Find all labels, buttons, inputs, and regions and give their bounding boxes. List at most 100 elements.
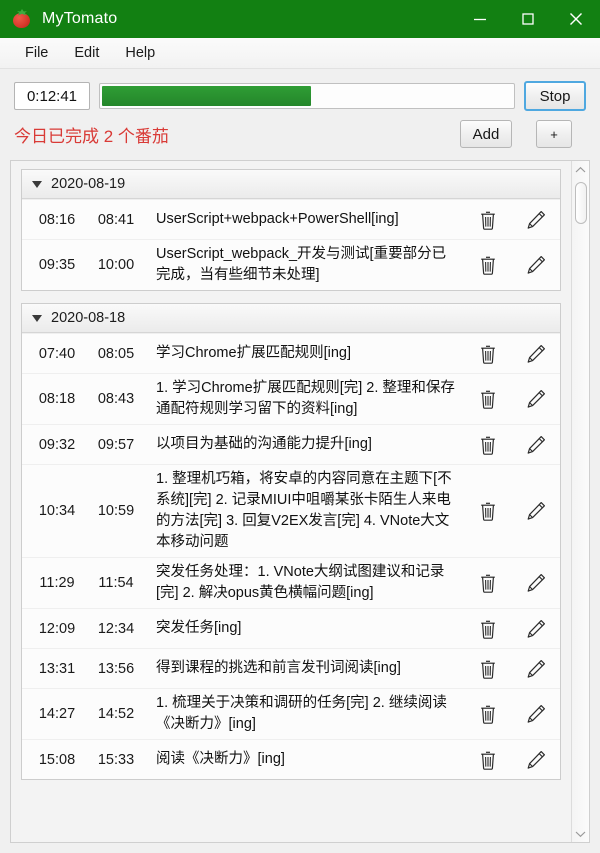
edit-entry-button[interactable] bbox=[522, 385, 550, 413]
entry-end-time: 10:59 bbox=[97, 503, 135, 520]
entry-task-text: UserScript+webpack+PowerShell[ing] bbox=[156, 210, 399, 227]
table-row[interactable]: 13:31 13:56 得到课程的挑选和前言发刊词阅读[ing] bbox=[22, 648, 560, 689]
entry-start-time: 10:34 bbox=[38, 503, 76, 520]
delete-entry-button[interactable] bbox=[474, 431, 502, 459]
delete-entry-button[interactable] bbox=[474, 251, 502, 279]
entry-actions bbox=[464, 615, 560, 643]
table-row[interactable]: 15:08 15:33 阅读《决断力》[ing] bbox=[22, 739, 560, 780]
pencil-icon bbox=[527, 750, 545, 769]
vertical-scrollbar[interactable] bbox=[571, 161, 589, 842]
table-row[interactable]: 08:16 08:41 UserScript+webpack+PowerShell[… bbox=[22, 199, 560, 239]
table-row[interactable]: 11:29 11:54 突发任务处理：1. VNote大纲试图建议和记录[完] 2.… bbox=[22, 557, 560, 609]
entry-end-time: 11:54 bbox=[98, 575, 134, 592]
entry-task-text: UserScript_webpack_开发与测试[重要部分已完成，当有些细节未处… bbox=[156, 246, 447, 284]
entry-start-time: 11:29 bbox=[39, 575, 75, 592]
timer-row: 0:12:41 Stop bbox=[14, 81, 586, 111]
menu-item-help[interactable]: Help bbox=[114, 42, 166, 64]
trash-icon bbox=[481, 620, 495, 639]
edit-entry-button[interactable] bbox=[522, 746, 550, 774]
delete-entry-button[interactable] bbox=[474, 746, 502, 774]
close-icon bbox=[570, 13, 582, 25]
entry-actions bbox=[464, 655, 560, 683]
tomato-icon bbox=[12, 9, 32, 29]
table-row[interactable]: 10:34 10:59 1. 整理机巧箱，将安卓的内容同意在主题下[不系统][完] … bbox=[22, 464, 560, 558]
entry-start-time: 15:08 bbox=[38, 751, 76, 768]
delete-entry-button[interactable] bbox=[474, 497, 502, 525]
entry-task-text: 突发任务[ing] bbox=[156, 620, 242, 637]
pencil-icon bbox=[527, 390, 545, 408]
entry-end-time: 08:05 bbox=[97, 345, 135, 362]
entry-task-text: 得到课程的挑选和前言发刊词阅读[ing] bbox=[156, 660, 401, 677]
entry-actions bbox=[464, 340, 560, 368]
chevron-down-icon bbox=[575, 831, 586, 837]
minimize-button[interactable] bbox=[456, 0, 504, 38]
entry-task-text: 突发任务处理：1. VNote大纲试图建议和记录[完] 2. 解决opus黄色横… bbox=[156, 564, 445, 602]
table-row[interactable]: 14:27 14:52 1. 梳理关于决策和调研的任务[完] 2. 继续阅读《决断力… bbox=[22, 688, 560, 740]
delete-entry-button[interactable] bbox=[474, 700, 502, 728]
scrollbar-thumb[interactable] bbox=[574, 182, 587, 224]
delete-entry-button[interactable] bbox=[474, 206, 502, 234]
stop-button[interactable]: Stop bbox=[524, 81, 586, 111]
trash-icon bbox=[481, 345, 495, 364]
entry-actions bbox=[464, 431, 560, 459]
entry-end-time: 10:00 bbox=[97, 257, 135, 274]
scroll-up-button[interactable] bbox=[572, 161, 590, 178]
app-window: MyTomato File Edit Help 0:12:41 Stop 今日已… bbox=[0, 0, 600, 853]
edit-entry-button[interactable] bbox=[522, 569, 550, 597]
trash-icon bbox=[481, 502, 495, 521]
edit-entry-button[interactable] bbox=[522, 655, 550, 683]
edit-entry-button[interactable] bbox=[522, 206, 550, 234]
entry-start-time: 13:31 bbox=[38, 660, 76, 677]
entry-task-text: 1. 梳理关于决策和调研的任务[完] 2. 继续阅读《决断力》[ing] bbox=[156, 695, 447, 733]
entry-actions bbox=[464, 251, 560, 279]
maximize-icon bbox=[522, 13, 534, 25]
collapse-triangle-icon bbox=[32, 180, 42, 188]
table-row[interactable]: 12:09 12:34 突发任务[ing] bbox=[22, 608, 560, 649]
menu-item-edit[interactable]: Edit bbox=[63, 42, 110, 64]
edit-entry-button[interactable] bbox=[522, 700, 550, 728]
delete-entry-button[interactable] bbox=[474, 569, 502, 597]
pencil-icon bbox=[527, 256, 545, 274]
scrollbar-track[interactable] bbox=[572, 178, 590, 825]
records-list: 2020-08-19 08:16 08:41 UserScript+webpack+P… bbox=[10, 160, 590, 843]
edit-entry-button[interactable] bbox=[522, 251, 550, 279]
close-button[interactable] bbox=[552, 0, 600, 38]
entry-task-text: 学习Chrome扩展匹配规则[ing] bbox=[156, 345, 351, 362]
app-title: MyTomato bbox=[42, 10, 118, 27]
entry-end-time: 08:41 bbox=[97, 211, 135, 228]
date-group-header[interactable]: 2020-08-19 bbox=[22, 170, 560, 199]
menu-bar: File Edit Help bbox=[0, 38, 600, 69]
edit-entry-button[interactable] bbox=[522, 497, 550, 525]
delete-entry-button[interactable] bbox=[474, 340, 502, 368]
entry-task-text: 阅读《决断力》[ing] bbox=[156, 751, 285, 768]
delete-entry-button[interactable] bbox=[474, 615, 502, 643]
trash-icon bbox=[481, 705, 495, 724]
entry-start-time: 07:40 bbox=[38, 345, 76, 362]
table-row[interactable]: 09:32 09:57 以项目为基础的沟通能力提升[ing] bbox=[22, 424, 560, 465]
table-row[interactable]: 07:40 08:05 学习Chrome扩展匹配规则[ing] bbox=[22, 333, 560, 374]
entry-actions bbox=[464, 385, 560, 413]
trash-icon bbox=[481, 211, 495, 230]
trash-icon bbox=[481, 751, 495, 770]
maximize-button[interactable] bbox=[504, 0, 552, 38]
records-list-content: 2020-08-19 08:16 08:41 UserScript+webpack+P… bbox=[11, 161, 571, 842]
pencil-icon bbox=[527, 574, 545, 592]
add-button[interactable]: Add bbox=[460, 120, 512, 148]
entry-end-time: 08:43 bbox=[97, 391, 135, 408]
trash-icon bbox=[481, 574, 495, 593]
edit-entry-button[interactable] bbox=[522, 615, 550, 643]
scroll-down-button[interactable] bbox=[572, 825, 590, 842]
actions-row: 今日已完成 2 个番茄 Add + bbox=[14, 113, 586, 155]
entry-end-time: 12:34 bbox=[97, 620, 135, 637]
table-row[interactable]: 09:35 10:00 UserScript_webpack_开发与测试[重要部分已… bbox=[22, 239, 560, 291]
delete-entry-button[interactable] bbox=[474, 655, 502, 683]
plus-button[interactable]: + bbox=[536, 120, 572, 148]
delete-entry-button[interactable] bbox=[474, 385, 502, 413]
entry-actions bbox=[464, 569, 560, 597]
entry-task-text: 1. 学习Chrome扩展匹配规则[完] 2. 整理和保存通配符规则学习留下的资… bbox=[156, 380, 455, 418]
date-group-header[interactable]: 2020-08-18 bbox=[22, 304, 560, 334]
edit-entry-button[interactable] bbox=[522, 340, 550, 368]
edit-entry-button[interactable] bbox=[522, 431, 550, 459]
table-row[interactable]: 08:18 08:43 1. 学习Chrome扩展匹配规则[完] 2. 整理和保存通… bbox=[22, 373, 560, 425]
menu-item-file[interactable]: File bbox=[14, 42, 59, 64]
